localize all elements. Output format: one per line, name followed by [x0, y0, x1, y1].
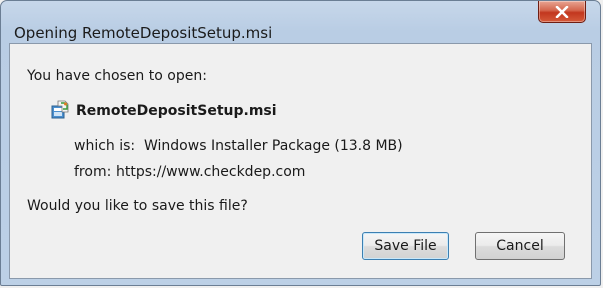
title-bar[interactable]: Opening RemoteDepositSetup.msi — [1, 1, 600, 43]
source-label: from: — [74, 164, 112, 180]
close-icon — [555, 6, 569, 18]
download-dialog-window: Opening RemoteDepositSetup.msi You have … — [0, 0, 601, 286]
intro-text: You have chosen to open: — [27, 68, 207, 84]
file-type-value: Windows Installer Package (13.8 MB) — [144, 138, 403, 154]
source-url: https://www.checkdep.com — [116, 164, 306, 180]
save-file-button[interactable]: Save File — [362, 232, 449, 260]
installer-package-icon — [51, 100, 69, 119]
close-button[interactable] — [538, 1, 586, 23]
save-question: Would you like to save this file? — [27, 198, 248, 214]
dialog-content: You have chosen to open: RemoteDepositSe… — [9, 43, 592, 279]
file-type-label: which is: — [74, 138, 136, 154]
file-name: RemoteDepositSetup.msi — [76, 103, 277, 119]
window-title: Opening RemoteDepositSetup.msi — [14, 24, 273, 42]
cancel-button[interactable]: Cancel — [475, 232, 565, 260]
